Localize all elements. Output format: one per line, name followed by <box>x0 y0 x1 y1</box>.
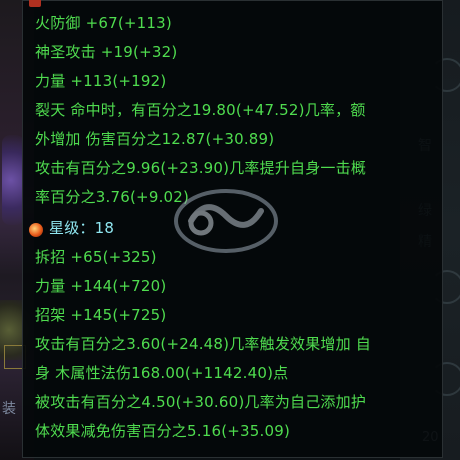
stat-line: 力量 +113(+192) <box>35 72 167 90</box>
special-effect-line: 攻击有百分之9.96(+23.90)几率提升自身一击概 <box>35 159 367 177</box>
special-effect-line: 裂天 命中时，有百分之19.80(+47.52)几率，额 <box>35 101 366 119</box>
special-effect-line: 身 木属性法伤168.00(+1142.40)点 <box>35 364 289 382</box>
stat-line: 招架 +145(+725) <box>35 306 167 324</box>
star-level: 星级：18 <box>49 219 115 237</box>
special-effect-line: 率百分之3.76(+9.02) <box>35 188 190 206</box>
background-label: 装 <box>2 401 16 417</box>
stat-line: 拆招 +65(+325) <box>35 248 157 266</box>
stat-line: 力量 +144(+720) <box>35 277 167 295</box>
stat-line: 神圣攻击 +19(+32) <box>35 43 178 61</box>
special-effect-line: 被攻击有百分之4.50(+30.60)几率为自己添加护 <box>35 393 367 411</box>
special-effect-line: 外增加 伤害百分之12.87(+30.89) <box>35 130 275 148</box>
star-level-icon <box>29 223 43 237</box>
background-glow <box>2 135 24 225</box>
item-tooltip: 火防御 +67(+113) 神圣攻击 +19(+32) 力量 +113(+192… <box>22 0 443 458</box>
item-type-icon <box>29 0 41 7</box>
special-effect-line: 体效果减免伤害百分之5.16(+35.09) <box>35 422 291 440</box>
stat-line: 火防御 +67(+113) <box>35 14 172 32</box>
special-effect-line: 攻击有百分之3.60(+24.48)几率触发效果增加 自 <box>35 335 371 353</box>
watermark-logo <box>174 189 278 253</box>
